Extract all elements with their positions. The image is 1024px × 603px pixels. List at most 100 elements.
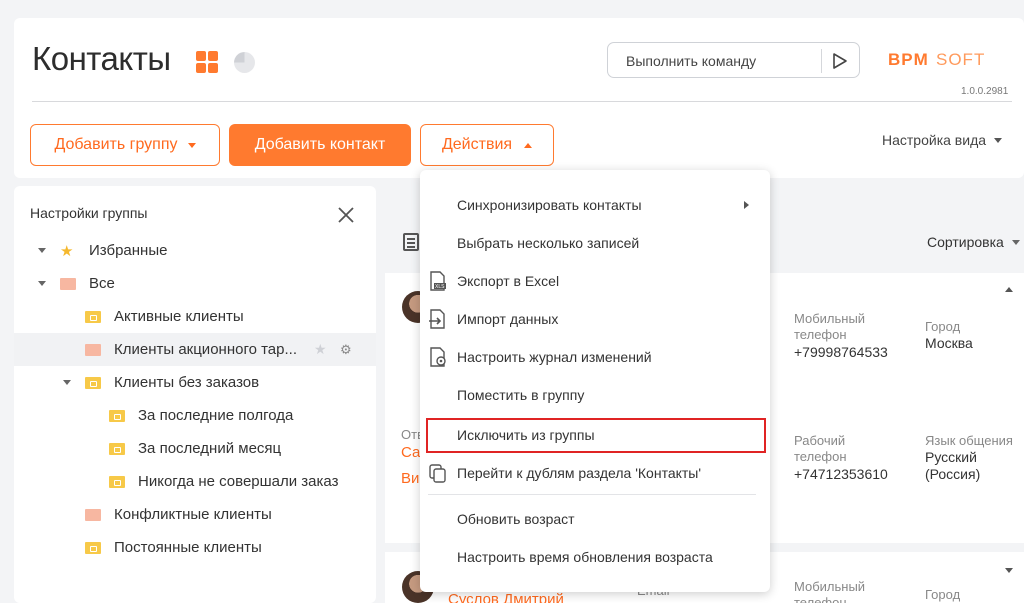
dynamic-folder-icon [85,310,101,323]
menu-item-export-excel[interactable]: XLS Экспорт в Excel [420,263,770,299]
dynamic-folder-icon [109,442,125,455]
sidebar-item-label: За последний месяц [138,440,282,457]
highlight-frame [426,418,766,453]
menu-item-label: Перейти к дублям раздела 'Контакты' [457,465,702,481]
list-view-icon[interactable] [403,233,419,251]
menu-item-go-to-duplicates[interactable]: Перейти к дублям раздела 'Контакты' [420,455,770,491]
tiles-view-icon[interactable] [196,51,218,73]
page-title: Контакты [32,40,171,77]
chevron-up-icon[interactable] [1005,287,1013,292]
work-phone-value[interactable]: +74712353610 [794,466,888,483]
mobile-phone-label: Мобильный телефон [794,311,866,342]
dynamic-folder-icon [109,475,125,488]
sidebar-item-label: Конфликтные клиенты [114,506,272,523]
menu-item-label: Экспорт в Excel [457,273,560,289]
folder-icon [60,277,76,290]
view-settings-button[interactable]: Настройка вида [882,132,1003,148]
chevron-down-icon[interactable] [38,281,46,286]
sidebar-item-label: Никогда не совершали заказ [138,473,339,490]
close-icon[interactable] [337,206,355,224]
sidebar-item-label: Все [89,275,115,292]
sort-button[interactable]: Сортировка [927,234,1020,250]
dynamic-folder-icon [85,376,101,389]
sidebar-item-regular-clients[interactable]: Постоянные клиенты [14,531,376,564]
excel-export-icon: XLS [430,271,446,291]
chevron-down-icon [994,137,1003,143]
add-contact-label: Добавить контакт [254,136,386,153]
menu-item-select-multiple[interactable]: Выбрать несколько записей [420,225,770,261]
view-settings-label: Настройка вида [882,132,987,148]
chevron-down-icon[interactable] [38,248,46,253]
city-label: Город [925,587,961,602]
play-icon[interactable] [832,52,848,70]
sidebar-item-label: Клиенты акционного тар... [114,341,297,358]
chevron-up-icon [524,142,533,148]
analytics-pie-icon[interactable] [234,52,255,73]
command-separator [821,49,822,73]
chevron-down-icon [187,142,196,148]
menu-item-add-to-group[interactable]: Поместить в группу [420,377,770,413]
menu-item-update-age[interactable]: Обновить возраст [420,501,770,537]
menu-item-age-update-time[interactable]: Настроить время обновления возраста [420,539,770,575]
menu-divider [428,494,756,495]
menu-item-label: Обновить возраст [457,511,575,527]
svg-text:BPM: BPM [888,50,929,68]
language-label: Язык общения [925,433,1013,448]
dynamic-folder-icon [109,409,125,422]
command-input[interactable]: Выполнить команду [626,53,756,69]
add-contact-button[interactable]: Добавить контакт [229,124,411,166]
menu-item-label: Поместить в группу [457,387,585,403]
bpmsoft-logo: BPM SOFT [888,50,985,68]
mobile-phone-label: Мобильный телефон [794,579,866,603]
import-icon [429,309,445,329]
actions-label: Действия [441,136,513,153]
actions-dropdown-menu: Синхронизировать контакты Выбрать нескол… [420,170,770,592]
responsible-link[interactable]: Са [401,444,420,461]
chevron-down-icon[interactable] [1005,568,1013,573]
chevron-down-icon[interactable] [63,380,71,385]
account-link[interactable]: Ви [401,470,419,487]
sidebar-item-label: Избранные [89,242,168,259]
sidebar-item-half-year[interactable]: За последние полгода [14,399,376,432]
sidebar-item-last-month[interactable]: За последний месяц [14,432,376,465]
svg-text:SOFT: SOFT [936,50,985,68]
chevron-down-icon [1011,239,1020,245]
menu-item-label: Настроить журнал изменений [457,349,652,365]
contact-name-link[interactable]: Суслов Дмитрий [448,591,564,603]
sidebar-item-label: Активные клиенты [114,308,244,325]
menu-item-label: Настроить время обновления возраста [457,549,713,565]
chevron-right-icon [744,201,749,209]
changelog-settings-icon [430,347,446,367]
folder-icon [85,508,101,521]
sidebar-item-all[interactable]: Все [14,267,376,300]
add-group-button[interactable]: Добавить группу [30,124,220,166]
sidebar-item-label: Постоянные клиенты [114,539,262,556]
city-value: Москва [925,335,973,351]
menu-item-import-data[interactable]: Импорт данных [420,301,770,337]
mobile-phone-value[interactable]: +79998764533 [794,344,888,361]
folder-icon [85,343,101,356]
menu-item-label: Импорт данных [457,311,559,327]
dynamic-folder-icon [85,541,101,554]
city-label: Город [925,319,961,334]
work-phone-label: Рабочий телефон [794,433,847,464]
star-icon[interactable]: ★ [314,341,327,358]
sidebar-title: Настройки группы [30,205,148,221]
sidebar-item-promo-clients[interactable]: Клиенты акционного тар... ★ ⚙ [14,333,376,366]
command-line[interactable]: Выполнить команду [607,42,860,78]
gear-icon[interactable]: ⚙ [340,342,352,358]
sort-label: Сортировка [927,234,1004,250]
svg-text:XLS: XLS [435,284,445,290]
menu-item-sync-contacts[interactable]: Синхронизировать контакты [420,187,770,223]
menu-item-changelog-settings[interactable]: Настроить журнал изменений [420,339,770,375]
actions-button[interactable]: Действия [420,124,554,166]
sidebar-item-no-orders[interactable]: Клиенты без заказов [14,366,376,399]
star-icon: ★ [60,242,74,260]
version-label: 1.0.0.2981 [961,86,1009,97]
sidebar-item-never-ordered[interactable]: Никогда не совершали заказ [14,465,376,498]
duplicates-icon [429,464,446,483]
sidebar-item-conflict-clients[interactable]: Конфликтные клиенты [14,498,376,531]
sidebar-item-active-clients[interactable]: Активные клиенты [14,300,376,333]
language-value: Русский (Россия) [925,449,981,482]
sidebar-item-favorites[interactable]: ★ Избранные [14,234,376,267]
